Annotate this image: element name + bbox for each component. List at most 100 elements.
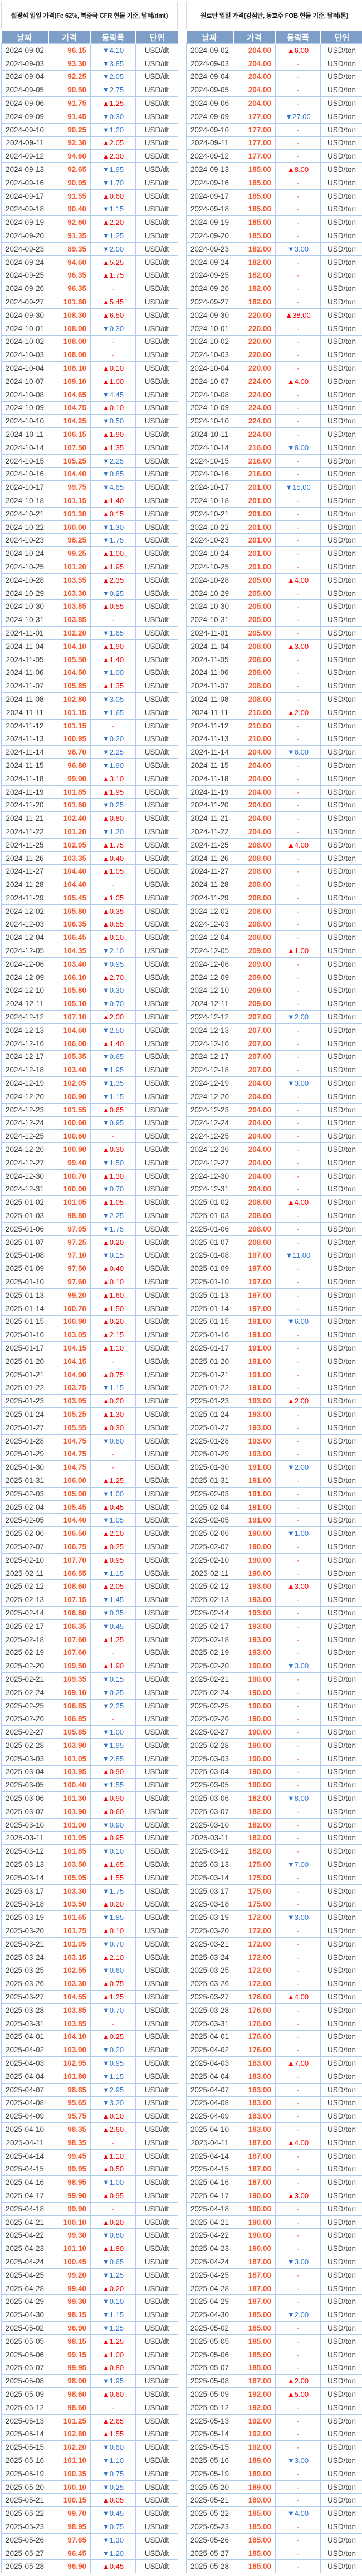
change-cell: - <box>90 718 136 733</box>
change-cell: - <box>275 560 321 574</box>
unit-cell: USD/ton <box>320 282 362 296</box>
change-cell: ▲4.00 <box>275 374 321 388</box>
change-cell: - <box>275 533 321 548</box>
change-cell: - <box>275 1924 321 1938</box>
unit-cell: USD/ton <box>320 1248 362 1263</box>
change-cell: - <box>275 1155 321 1170</box>
price-cell: 189.00 <box>233 2493 276 2508</box>
date-cell: 2025-02-03 <box>1 1486 48 1501</box>
date-cell: 2025-02-07 <box>186 1540 233 1554</box>
table-row: 2024-10-22 100.00 ▼1.30 USD/dt <box>1 520 178 534</box>
date-cell: 2025-01-15 <box>1 1314 48 1329</box>
price-cell: 99.90 <box>48 2189 91 2203</box>
date-cell: 2024-12-27 <box>186 1155 233 1170</box>
price-cell: 100.15 <box>48 2493 91 2508</box>
date-cell: 2024-10-25 <box>186 560 233 574</box>
change-cell: - <box>90 1447 136 1461</box>
table-row: 2024-12-20 100.90 ▼1.15 USD/dt <box>1 1089 178 1104</box>
date-cell: 2024-11-20 <box>1 798 48 812</box>
unit-cell: USD/dt <box>135 1858 178 1871</box>
date-cell: 2025-04-08 <box>1 2096 48 2110</box>
unit-cell: USD/dt <box>135 1990 178 2004</box>
price-cell: 204.00 <box>233 70 276 84</box>
change-cell: ▼1.10 <box>90 2454 136 2467</box>
unit-cell: USD/ton <box>320 255 362 269</box>
change-cell: - <box>275 1500 321 1514</box>
date-cell: 2025-01-06 <box>1 1221 48 1236</box>
unit-cell: USD/dt <box>135 2559 178 2574</box>
table-row: 2025-05-02 185.00- USD/ton <box>186 2321 362 2335</box>
change-cell: ▲2.00 <box>275 2374 321 2388</box>
unit-cell: USD/dt <box>135 2201 178 2216</box>
date-cell: 2025-02-05 <box>186 1513 233 1528</box>
unit-cell: USD/dt <box>135 1248 178 1263</box>
date-cell: 2025-04-21 <box>1 2215 48 2229</box>
price-cell: 103.30 <box>48 586 91 600</box>
table-row: 2025-02-28 103.90 ▼1.95 USD/dt <box>1 1738 178 1752</box>
table-row: 2024-09-04 92.25 ▼2.05 USD/dt <box>1 70 178 84</box>
change-cell: ▼0.70 <box>90 997 136 1011</box>
table-row: 2024-12-16 106.00 ▲1.40 USD/dt <box>1 1036 178 1051</box>
price-cell: 183.00 <box>233 2109 276 2124</box>
table-row: 2025-01-07 208.00- USD/ton <box>186 1235 362 1249</box>
change-cell: ▲1.30 <box>90 1407 136 1421</box>
price-cell: 100.90 <box>48 1089 91 1104</box>
table-row: 2024-10-01 220.00- USD/ton <box>186 321 362 336</box>
price-cell: 96.90 <box>48 2559 91 2574</box>
table-row: 2025-05-21 189.00- USD/ton <box>186 2493 362 2508</box>
change-cell: ▼0.80 <box>90 2228 136 2243</box>
price-cell: 99.40 <box>48 1155 91 1170</box>
unit-cell: USD/dt <box>135 2387 178 2401</box>
price-cell: 96.35 <box>48 268 91 283</box>
unit-cell: USD/dt <box>135 2149 178 2163</box>
change-cell: - <box>275 56 321 71</box>
table-row: 2025-02-21 190.00- USD/ton <box>186 1672 362 1686</box>
unit-cell: USD/ton <box>320 1566 362 1580</box>
unit-cell: USD/dt <box>135 1977 178 1991</box>
date-cell: 2024-11-05 <box>186 652 233 667</box>
date-cell: 2025-02-12 <box>1 1579 48 1594</box>
table-row: 2025-04-14 99.45 ▲1.10 USD/dt <box>1 2149 178 2163</box>
change-cell: - <box>275 1288 321 1302</box>
unit-cell: USD/dt <box>135 2135 178 2150</box>
unit-cell: USD/dt <box>135 494 178 508</box>
date-cell: 2024-12-23 <box>186 1102 233 1117</box>
unit-cell: USD/dt <box>135 639 178 653</box>
price-cell: 100.10 <box>48 2215 91 2229</box>
change-cell: - <box>90 878 136 891</box>
date-cell: 2025-04-14 <box>186 2149 233 2163</box>
table-row: 2024-12-12 207.00 ▼2.00 USD/ton <box>186 1010 362 1024</box>
date-cell: 2024-12-06 <box>186 957 233 971</box>
date-cell: 2025-05-08 <box>186 2374 233 2388</box>
date-cell: 2025-02-06 <box>186 1526 233 1541</box>
unit-cell: USD/ton <box>320 1235 362 1249</box>
unit-cell: USD/dt <box>135 944 178 958</box>
table-row: 2025-05-06 185.00- USD/ton <box>186 2347 362 2362</box>
price-cell: 224.00 <box>233 414 276 428</box>
date-cell: 2025-05-14 <box>1 2427 48 2441</box>
unit-cell: USD/dt <box>135 1672 178 1686</box>
unit-cell: USD/dt <box>135 1221 178 1236</box>
date-cell: 2025-03-28 <box>1 2003 48 2017</box>
table-row: 2024-10-22 201.00- USD/ton <box>186 520 362 534</box>
change-cell: ▲1.40 <box>90 494 136 508</box>
table-row: 2025-05-12 98.60- USD/dt <box>1 2400 178 2415</box>
price-cell: 91.35 <box>48 229 91 243</box>
price-cell: 96.80 <box>48 758 91 772</box>
unit-cell: USD/dt <box>135 2281 178 2296</box>
price-cell: 205.00 <box>233 613 276 627</box>
price-cell: 182.00 <box>233 1844 276 1859</box>
change-cell: ▲0.40 <box>90 1262 136 1276</box>
change-cell: - <box>275 1367 321 1382</box>
unit-cell: USD/dt <box>135 2162 178 2176</box>
price-cell: 105.25 <box>48 1407 91 1421</box>
date-cell: 2025-03-03 <box>186 1751 233 1766</box>
table-row: 2025-02-14 106.80 ▼0.35 USD/dt <box>1 1606 178 1620</box>
table-row: 2025-03-03 190.00- USD/ton <box>186 1751 362 1766</box>
change-cell: - <box>275 2427 321 2441</box>
price-cell: 172.00 <box>233 1963 276 1978</box>
unit-cell: USD/ton <box>320 2056 362 2070</box>
unit-cell: USD/ton <box>320 666 362 680</box>
date-cell: 2024-12-03 <box>186 917 233 932</box>
price-cell: 99.75 <box>48 480 91 495</box>
